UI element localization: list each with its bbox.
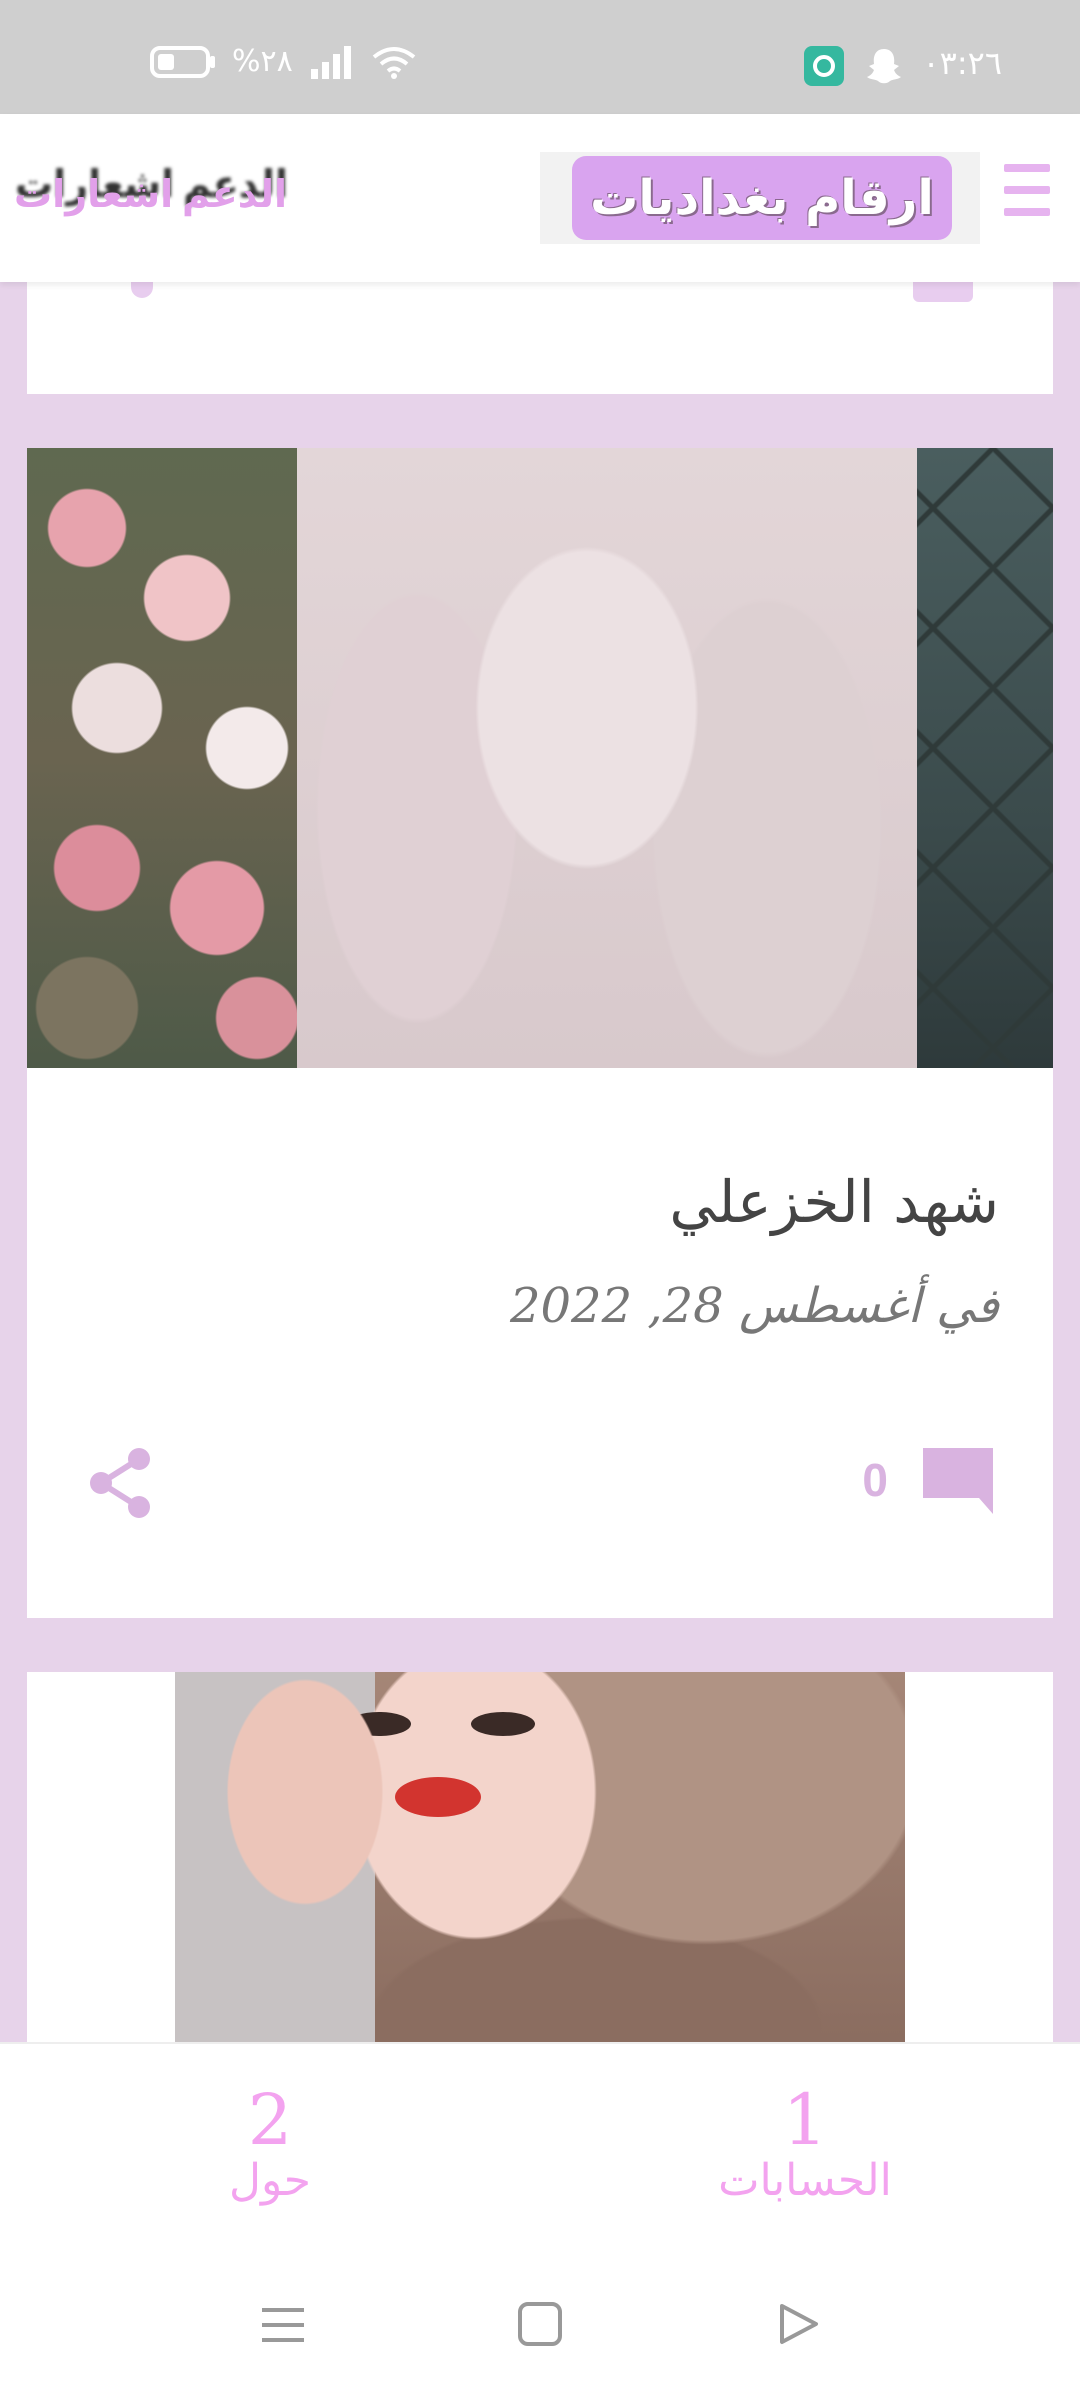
wifi-icon bbox=[372, 46, 415, 79]
share-icon[interactable] bbox=[87, 1446, 153, 1520]
comment-count[interactable]: 0 bbox=[862, 1453, 888, 1507]
post-image[interactable] bbox=[27, 448, 1053, 1068]
nav-accounts-number: 1 bbox=[782, 2079, 828, 2161]
snapchat-icon bbox=[867, 49, 901, 84]
hand-shape bbox=[205, 1672, 395, 1932]
site-logo[interactable]: ارقام بغداديات bbox=[572, 156, 952, 240]
system-navigation-bar bbox=[0, 2252, 1080, 2400]
notifications-link[interactable]: اشعارات bbox=[14, 172, 173, 216]
previous-post-card[interactable] bbox=[27, 282, 1053, 394]
flowers-background bbox=[27, 448, 317, 1068]
battery-icon bbox=[150, 45, 215, 78]
share-icon-fragment bbox=[131, 282, 153, 298]
nav-accounts[interactable]: 1 الحسابات bbox=[715, 2084, 895, 2206]
status-right-group: %٢٨ bbox=[150, 44, 417, 79]
nav-about-label: حول bbox=[229, 2155, 311, 2206]
camera-app-icon bbox=[804, 46, 844, 86]
nav-accounts-label: الحسابات bbox=[718, 2155, 892, 2206]
nav-about-number: 2 bbox=[247, 2079, 293, 2161]
post-card[interactable]: شهد الخزعلي في أغسطس 28, 2022 0 bbox=[27, 448, 1053, 1618]
right-eye bbox=[471, 1712, 535, 1736]
recent-apps-icon[interactable] bbox=[258, 2300, 308, 2350]
comment-icon[interactable] bbox=[923, 1448, 993, 1514]
back-icon[interactable] bbox=[774, 2300, 822, 2348]
nav-about[interactable]: 2 حول bbox=[210, 2084, 330, 2206]
signal-icon bbox=[310, 45, 351, 79]
status-bar: %٢٨ ٠٣:٢٦ bbox=[0, 0, 1080, 114]
post-date: في أغسطس 28, 2022 bbox=[509, 1278, 999, 1334]
support-link[interactable]: الدعم bbox=[182, 172, 287, 216]
next-post-image[interactable] bbox=[175, 1672, 905, 2042]
bottom-navigation: 1 الحسابات 2 حول bbox=[0, 2042, 1080, 2252]
app-header: اشعارات الدعم ارقام بغداديات bbox=[0, 114, 1080, 282]
comment-icon-fragment bbox=[913, 282, 973, 302]
hamburger-menu-icon[interactable] bbox=[1004, 164, 1050, 226]
post-title[interactable]: شهد الخزعلي bbox=[669, 1168, 999, 1236]
status-time: ٠٣:٢٦ bbox=[922, 44, 1002, 82]
home-icon[interactable] bbox=[516, 2300, 564, 2348]
person-figure bbox=[297, 448, 917, 1068]
battery-percent: %٢٨ bbox=[232, 44, 293, 79]
lips-shape bbox=[395, 1777, 481, 1817]
next-post-card[interactable] bbox=[27, 1672, 1053, 2042]
